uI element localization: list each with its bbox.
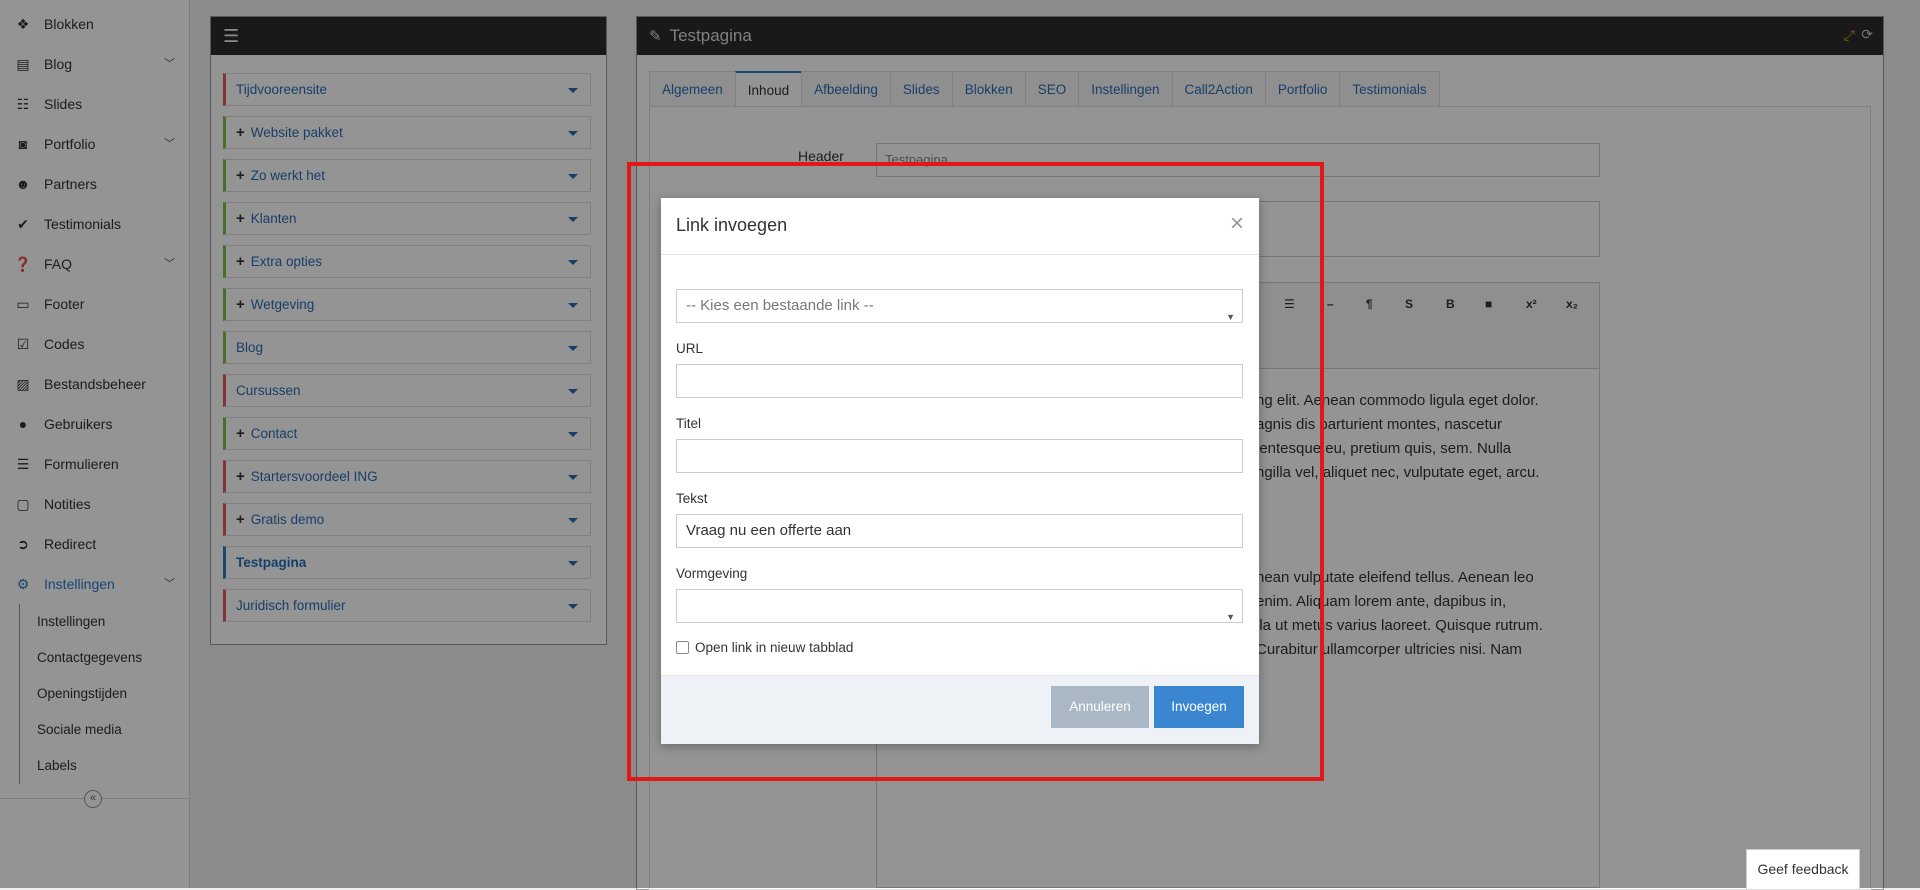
feedback-button[interactable]: Geef feedback	[1746, 849, 1860, 889]
highlight-annotation	[627, 162, 1324, 781]
